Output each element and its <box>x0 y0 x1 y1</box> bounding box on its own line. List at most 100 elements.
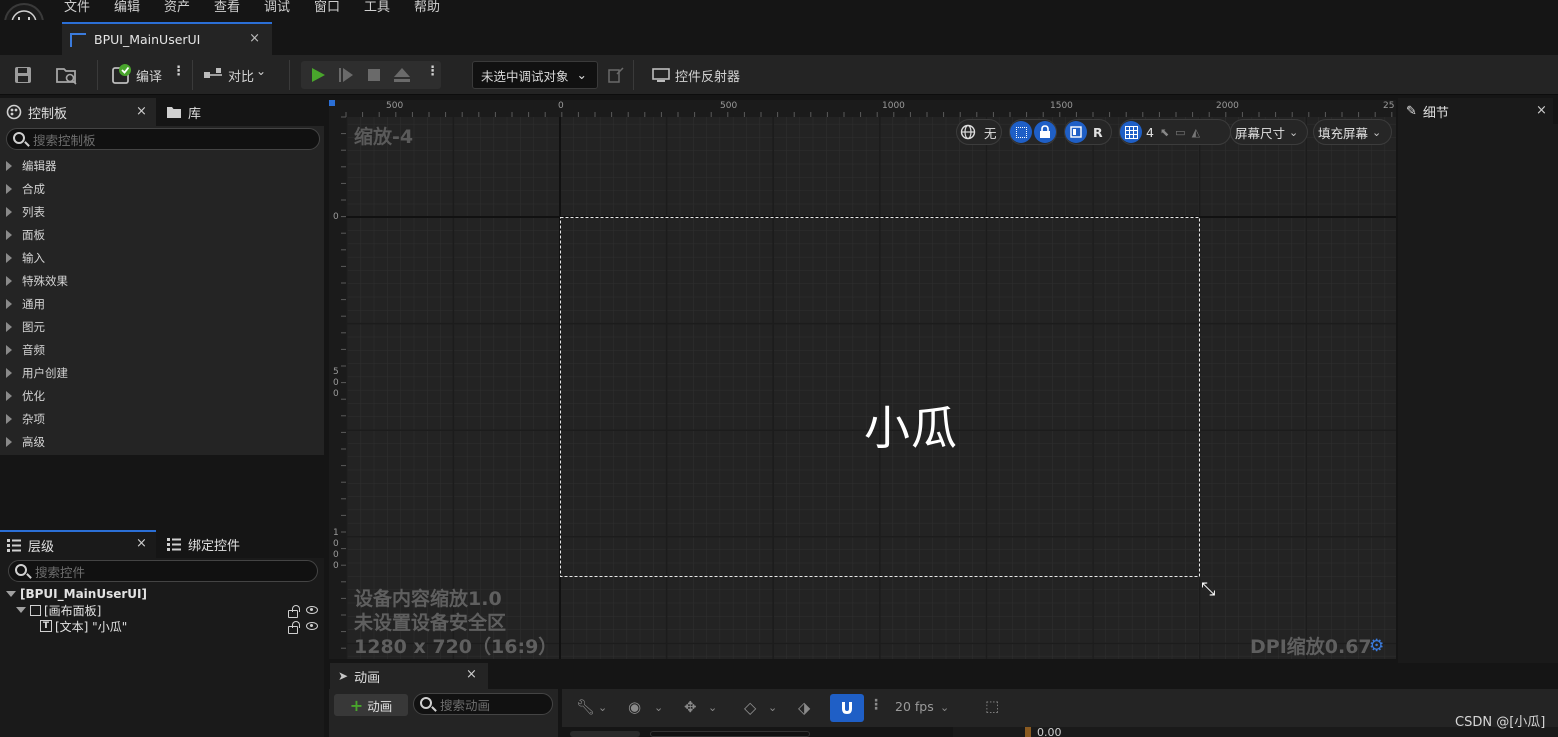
chevron-down-icon[interactable]: ⌄ <box>256 64 266 78</box>
eye-icon[interactable]: ◉ <box>628 698 641 716</box>
tab-bind-widgets[interactable]: 绑定控件 <box>160 530 320 558</box>
localization-preview-control[interactable]: 无 <box>956 119 1002 145</box>
respect-locks-control[interactable]: R <box>1064 119 1112 145</box>
tab-palette[interactable]: 控制板 × <box>0 98 156 126</box>
compile-options-icon[interactable]: ⋮ <box>172 64 185 79</box>
curve-icon[interactable]: ⬗ <box>798 698 810 717</box>
menu-file[interactable]: 文件 <box>64 0 90 16</box>
play-icon[interactable] <box>308 65 328 85</box>
eject-icon[interactable] <box>392 65 412 85</box>
palette-category[interactable]: 合成 <box>0 177 324 200</box>
playhead-marker[interactable] <box>1025 727 1031 737</box>
transform-icon[interactable]: ✥ <box>684 698 697 716</box>
play-options-icon[interactable]: ⋮ <box>426 64 439 79</box>
compile-status-icon[interactable] <box>110 63 132 85</box>
snap-options-icon[interactable]: ⋮ <box>869 697 883 713</box>
expand-arrow-icon <box>6 298 12 309</box>
palette-category[interactable]: 用户创建 <box>0 361 324 384</box>
tab-details[interactable]: ✎ 细节 <box>1398 98 1553 124</box>
hierarchy-tab-label: 层级 <box>28 539 55 555</box>
palette-category[interactable]: 面板 <box>0 223 324 246</box>
browse-icon[interactable] <box>54 64 80 86</box>
visibility-eye-icon[interactable] <box>306 622 318 630</box>
designer-canvas[interactable] <box>329 100 1396 659</box>
resize-handle-icon[interactable]: ⤡ <box>1201 579 1215 600</box>
widget-reflector-icon[interactable] <box>650 64 672 86</box>
palette-category[interactable]: 杂项 <box>0 407 324 430</box>
chevron-down-icon[interactable]: ⌄ <box>708 701 717 714</box>
menu-tools[interactable]: 工具 <box>364 0 390 16</box>
transform-lock-control[interactable] <box>1009 119 1057 145</box>
lock-icon[interactable] <box>288 621 300 634</box>
hierarchy-search-input[interactable]: 搜索控件 <box>8 560 318 582</box>
menu-asset[interactable]: 资产 <box>164 0 190 16</box>
lock-icon[interactable] <box>288 605 300 618</box>
palette-category[interactable]: 特殊效果 <box>0 269 324 292</box>
tab-animation[interactable]: ➤ 动画 × <box>330 663 488 689</box>
sequencer-track-control[interactable] <box>570 731 640 737</box>
fill-screen-dropdown[interactable]: 填充屏幕 ⌄ <box>1313 119 1392 145</box>
close-details-icon[interactable]: × <box>1536 103 1547 118</box>
curve-editor-icon[interactable]: ⬚ <box>985 697 999 715</box>
close-palette-icon[interactable]: × <box>136 104 147 119</box>
palette-category[interactable]: 通用 <box>0 292 324 315</box>
widget-reflector-button[interactable]: 控件反射器 <box>675 66 740 85</box>
screen-size-dropdown[interactable]: 屏幕尺寸 ⌄ <box>1230 119 1308 145</box>
ruler-label: 0 <box>333 389 339 399</box>
palette-category[interactable]: 高级 <box>0 430 324 453</box>
stop-icon[interactable] <box>364 65 384 85</box>
tree-text-label: [文本] "小瓜" <box>55 619 128 634</box>
current-time: 0.00 <box>1037 726 1062 737</box>
menu-edit[interactable]: 编辑 <box>114 0 140 16</box>
palette-category[interactable]: 输入 <box>0 246 324 269</box>
chevron-down-icon: ⌄ <box>1289 125 1299 139</box>
tree-row-root[interactable]: [BPUI_MainUserUI] <box>6 586 147 602</box>
tab-hierarchy[interactable]: 层级 × <box>0 530 156 558</box>
dotted-selection-icon <box>1010 121 1032 143</box>
dpi-settings-gear-icon[interactable]: ⚙ <box>1369 636 1384 656</box>
palette-category[interactable]: 优化 <box>0 384 324 407</box>
menu-view[interactable]: 查看 <box>214 0 240 16</box>
chevron-down-icon[interactable]: ⌄ <box>654 701 663 714</box>
add-animation-button[interactable]: + 动画 <box>334 694 408 716</box>
document-tab-title: BPUI_MainUserUI <box>94 32 201 47</box>
ruler-label: 1500 <box>1050 101 1073 111</box>
save-icon[interactable] <box>12 64 34 86</box>
debug-filter-icon[interactable] <box>606 65 626 85</box>
wrench-icon[interactable]: 🔧︎ <box>576 698 595 716</box>
menu-window[interactable]: 窗口 <box>314 0 340 16</box>
expand-arrow-icon <box>6 206 12 217</box>
search-icon <box>420 697 432 709</box>
close-hierarchy-icon[interactable]: × <box>136 536 147 551</box>
step-icon[interactable] <box>336 65 356 85</box>
menu-help[interactable]: 帮助 <box>414 0 440 16</box>
palette-category[interactable]: 音频 <box>0 338 324 361</box>
sequencer-search-input[interactable] <box>650 731 810 737</box>
compile-button[interactable]: 编译 <box>136 66 162 85</box>
palette-category[interactable]: 列表 <box>0 200 324 223</box>
animation-search-input[interactable]: 搜索动画 <box>413 693 553 715</box>
chevron-down-icon[interactable]: ⌄ <box>768 701 777 714</box>
tree-row-canvas-panel[interactable]: [画布面板] <box>16 602 101 618</box>
palette-category[interactable]: 图元 <box>0 315 324 338</box>
chevron-down-icon[interactable]: ⌄ <box>598 701 607 714</box>
menu-debug[interactable]: 调试 <box>264 0 290 16</box>
document-tab[interactable]: BPUI_MainUserUI × <box>62 22 272 55</box>
palette-search-input[interactable]: 搜索控制板 <box>6 128 320 150</box>
fps-dropdown[interactable]: 20 fps <box>895 699 934 714</box>
palette-category[interactable]: 编辑器 <box>0 154 324 177</box>
grid-snap-control[interactable]: 4 ⬉ ▭ ◭ <box>1119 119 1231 145</box>
close-tab-icon[interactable]: × <box>249 31 260 46</box>
tab-library[interactable]: 库 <box>160 98 320 126</box>
tree-row-text[interactable]: T [文本] "小瓜" <box>40 618 127 634</box>
debug-object-select[interactable]: 未选中调试对象 ⌄ <box>472 61 598 89</box>
close-animation-icon[interactable]: × <box>466 667 477 682</box>
chevron-down-icon[interactable]: ⌄ <box>940 701 949 714</box>
diff-button[interactable]: 对比 <box>228 66 254 85</box>
keyframe-diamond-icon[interactable]: ◇ <box>744 698 756 717</box>
canvas-text-widget[interactable]: 小瓜 <box>864 392 958 458</box>
snap-magnet-button[interactable] <box>830 694 864 722</box>
diff-icon[interactable] <box>202 64 224 86</box>
bind-widgets-tab-label: 绑定控件 <box>188 538 241 554</box>
visibility-eye-icon[interactable] <box>306 606 318 614</box>
